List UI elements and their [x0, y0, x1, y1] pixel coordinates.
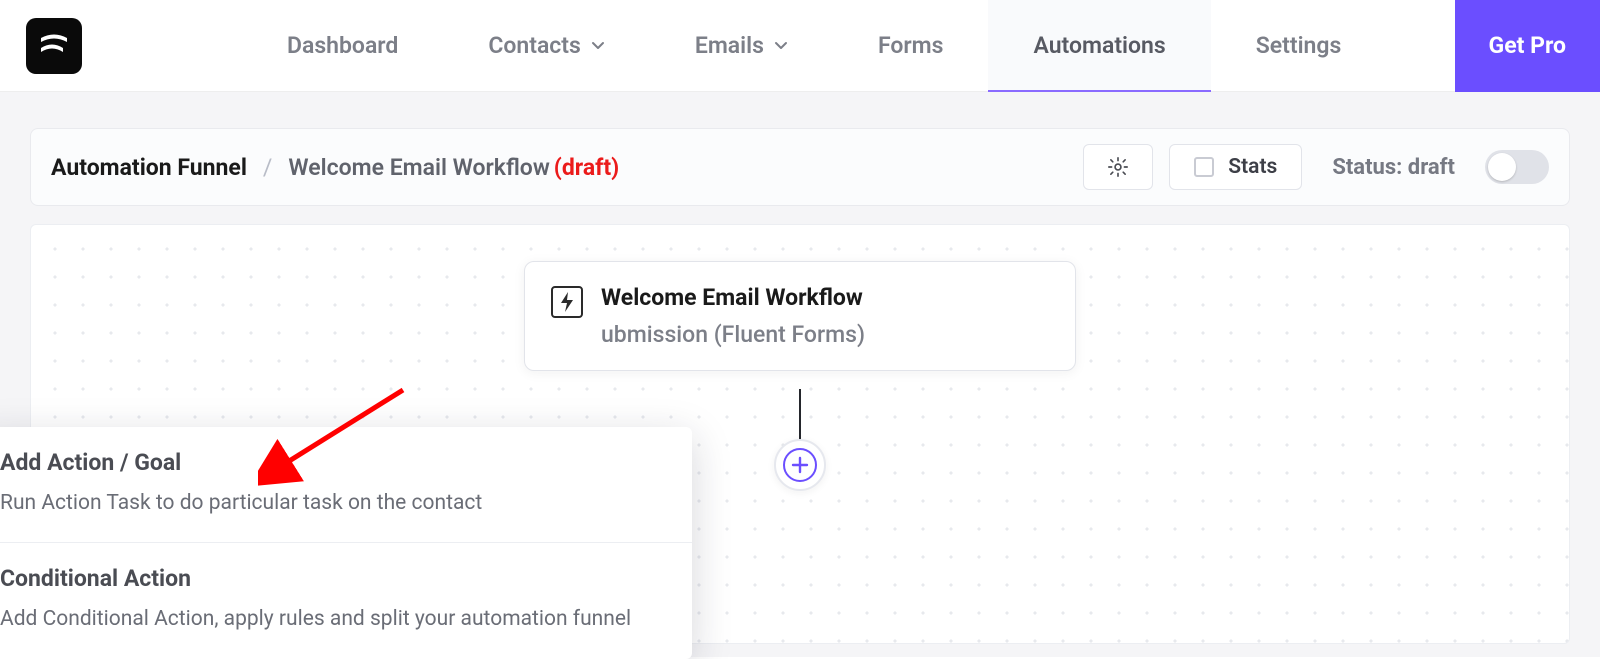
flyout-item-title: Conditional Action	[0, 565, 664, 592]
stats-toggle-button[interactable]: Stats	[1169, 144, 1302, 190]
status-label: Status: draft	[1332, 155, 1455, 180]
flyout-add-action-goal[interactable]: Add Action / Goal Run Action Task to do …	[0, 427, 692, 543]
flyout-item-title: Add Action / Goal	[0, 449, 664, 476]
nav-item-label: Contacts	[488, 32, 581, 59]
flyout-conditional-action[interactable]: Conditional Action Add Conditional Actio…	[0, 543, 692, 658]
toggle-knob	[1488, 153, 1516, 181]
breadcrumb: Automation Funnel / Welcome Email Workfl…	[51, 154, 1067, 181]
breadcrumb-separator: /	[263, 154, 273, 181]
nav-item-label: Emails	[695, 32, 764, 59]
lightning-icon	[558, 291, 576, 313]
flyout-item-desc: Run Action Task to do particular task on…	[0, 488, 664, 518]
trigger-subtitle: ubmission (Fluent Forms)	[601, 321, 865, 348]
trigger-icon-box	[551, 286, 583, 318]
nav-items: Dashboard Contacts Emails Forms Automati…	[242, 0, 1386, 92]
nav-item-label: Automations	[1033, 32, 1165, 59]
chevron-down-icon	[591, 39, 605, 53]
nav-contacts[interactable]: Contacts	[443, 0, 650, 92]
status-toggle[interactable]	[1485, 150, 1549, 184]
page-body: Automation Funnel / Welcome Email Workfl…	[0, 92, 1600, 657]
get-pro-label: Get Pro	[1489, 32, 1566, 59]
trigger-card[interactable]: Welcome Email Workflow ubmission (Fluent…	[524, 261, 1076, 371]
nav-dashboard[interactable]: Dashboard	[242, 0, 443, 92]
breadcrumb-bar: Automation Funnel / Welcome Email Workfl…	[30, 128, 1570, 206]
breadcrumb-root[interactable]: Automation Funnel	[51, 154, 247, 181]
logo-glyph-icon	[37, 29, 71, 63]
nav-item-label: Settings	[1256, 32, 1342, 59]
nav-settings[interactable]: Settings	[1211, 0, 1387, 92]
stats-checkbox[interactable]	[1194, 157, 1214, 177]
trigger-title: Welcome Email Workflow	[601, 284, 865, 311]
nav-automations[interactable]: Automations	[988, 0, 1210, 92]
top-nav: Dashboard Contacts Emails Forms Automati…	[0, 0, 1600, 92]
nav-item-label: Forms	[878, 32, 944, 59]
add-step-button[interactable]	[774, 439, 826, 491]
gear-icon	[1107, 156, 1129, 178]
chevron-down-icon	[774, 39, 788, 53]
get-pro-button[interactable]: Get Pro	[1455, 0, 1600, 92]
plus-icon-ring	[783, 448, 817, 482]
nav-item-label: Dashboard	[287, 32, 398, 59]
nav-forms[interactable]: Forms	[833, 0, 989, 92]
stats-label: Stats	[1228, 155, 1277, 179]
nav-emails[interactable]: Emails	[650, 0, 833, 92]
flyout-item-desc: Add Conditional Action, apply rules and …	[0, 604, 664, 634]
app-logo[interactable]	[26, 18, 82, 74]
breadcrumb-workflow-name: Welcome Email Workflow	[288, 154, 549, 181]
plus-icon	[791, 456, 809, 474]
workflow-settings-button[interactable]	[1083, 144, 1153, 190]
add-step-flyout: Add Action / Goal Run Action Task to do …	[0, 427, 692, 659]
breadcrumb-draft-badge: (draft)	[554, 154, 619, 181]
